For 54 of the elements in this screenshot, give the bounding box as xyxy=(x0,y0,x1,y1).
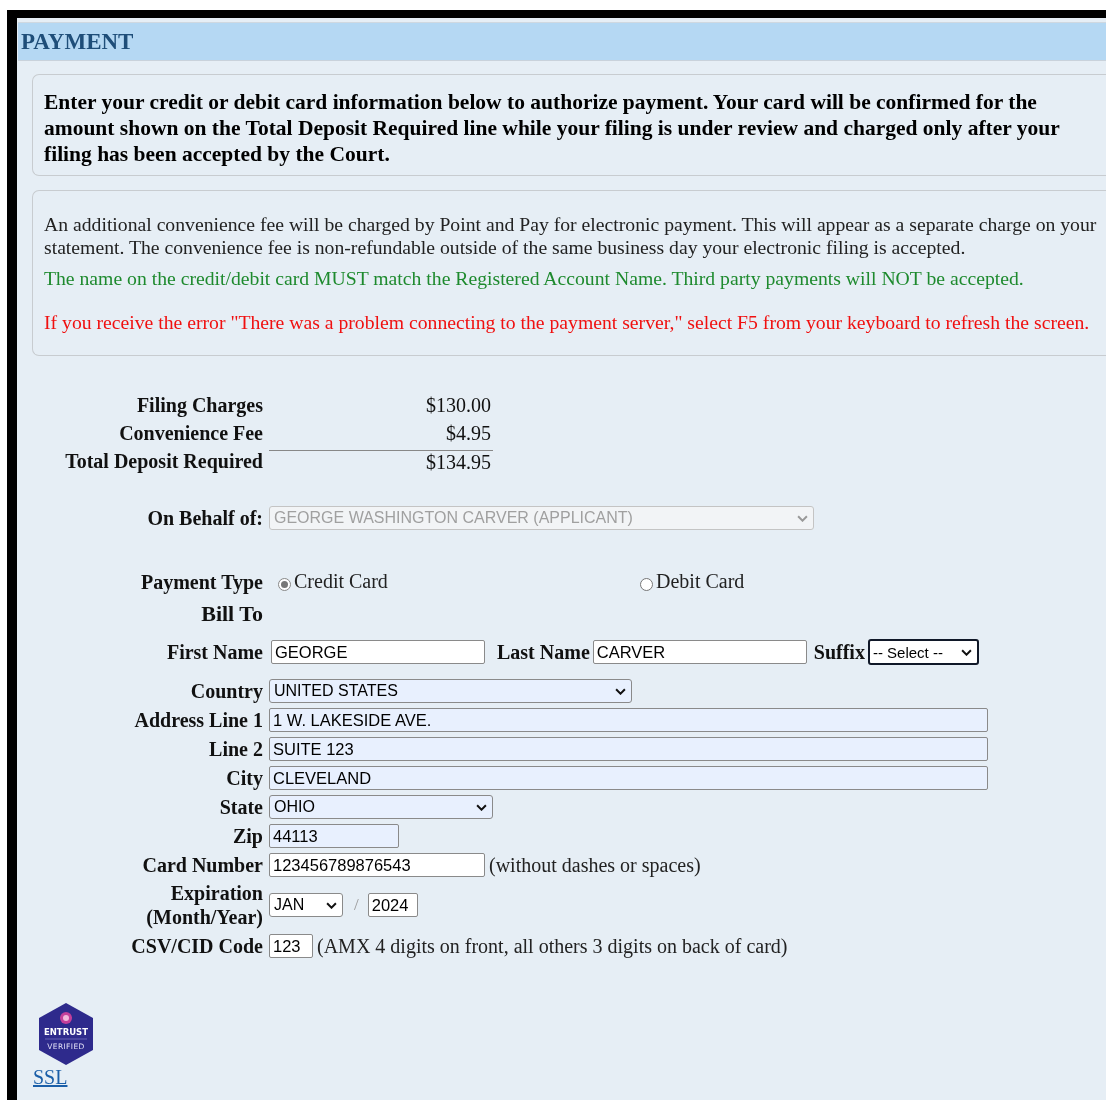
info-text: An additional convenience fee will be charged by Point and Pay for electronic payment. This will appear as a separate charge on your statement. The convenience fee is non-refundable outside of the same business day your electronic filing is accepted. xyxy=(44,213,1098,259)
field-label: Expiration (Month/Year) xyxy=(145,881,263,929)
address-field[interactable]: SUITE 123 xyxy=(269,737,988,761)
radio-button[interactable] xyxy=(640,578,653,591)
field-label: First Name xyxy=(165,640,263,664)
charge-amount: $134.95 xyxy=(269,450,493,474)
charge-label: Filing Charges xyxy=(135,394,263,417)
radio-label[interactable]: Credit Card xyxy=(294,570,388,593)
field-label: Address Line 1 xyxy=(133,708,263,732)
notice-text: Enter your credit or debit card information below to authorize payment. Your card will be confirmed for the amount shown on the Total Deposit Required line while your filing is under review and charged only after your filing has been accepted by the Court. xyxy=(44,89,1061,167)
charge-amount: $130.00 xyxy=(425,394,492,417)
last-name-field[interactable]: CARVER xyxy=(592,640,807,664)
charge-label: Total Deposit Required xyxy=(64,450,263,474)
state-dropdown[interactable]: OHIO xyxy=(269,795,493,819)
field-label: Last Name xyxy=(497,640,590,664)
field-label: CSV/CID Code xyxy=(130,934,263,958)
chevron-down-icon xyxy=(797,514,808,522)
year-field[interactable]: 2024 xyxy=(367,893,418,917)
suffix-dropdown[interactable]: -- Select -- xyxy=(867,639,979,665)
month-dropdown[interactable]: JAN xyxy=(269,893,343,917)
info-text: If you receive the error "There was a problem connecting to the payment server," select F5 from your keyboard to refresh the screen. xyxy=(44,311,1091,334)
country-dropdown[interactable]: UNITED STATES xyxy=(269,679,632,703)
field-hint: (AMX 4 digits on front, all others 3 digits on back of card) xyxy=(317,934,788,958)
chevron-down-icon xyxy=(476,803,487,811)
date-separator: / xyxy=(354,895,359,915)
field-hint: (without dashes or spaces) xyxy=(489,853,701,877)
field-label: State xyxy=(218,795,263,819)
card-number-field[interactable]: 123456789876543 xyxy=(269,853,485,877)
section-title: PAYMENT xyxy=(21,28,134,55)
ssl-link[interactable]: SSL xyxy=(33,1066,68,1089)
field-label: Country xyxy=(189,679,263,703)
radio-label[interactable]: Debit Card xyxy=(656,570,745,593)
field-label: Suffix xyxy=(813,640,865,664)
address-field[interactable]: 1 W. LAKESIDE AVE. xyxy=(269,708,988,732)
field-label: Card Number xyxy=(141,853,263,877)
field-label: Zip xyxy=(231,824,263,848)
chevron-down-icon xyxy=(615,687,626,695)
charge-amount: $4.95 xyxy=(445,422,492,445)
field-label: Line 2 xyxy=(208,737,263,761)
field-label: On Behalf of: xyxy=(146,506,263,530)
zip-field[interactable]: 44113 xyxy=(269,824,399,848)
first-name-field[interactable]: GEORGE xyxy=(271,640,485,664)
section-label: Bill To xyxy=(200,602,263,626)
security-code-field[interactable]: 123 xyxy=(269,934,313,958)
radio-button[interactable] xyxy=(278,578,291,591)
seal-background xyxy=(39,1003,93,1065)
field-label: Payment Type xyxy=(139,570,263,594)
city-field[interactable]: CLEVELAND xyxy=(269,766,988,790)
field-label: City xyxy=(225,766,263,790)
chevron-down-icon xyxy=(960,648,972,656)
seal-brand: ENTRUST xyxy=(43,1027,89,1037)
chevron-down-icon xyxy=(326,901,337,909)
info-text: The name on the credit/debit card MUST match the Registered Account Name. Third party payments will NOT be accepted. xyxy=(44,267,1025,290)
charge-label: Convenience Fee xyxy=(118,422,263,445)
